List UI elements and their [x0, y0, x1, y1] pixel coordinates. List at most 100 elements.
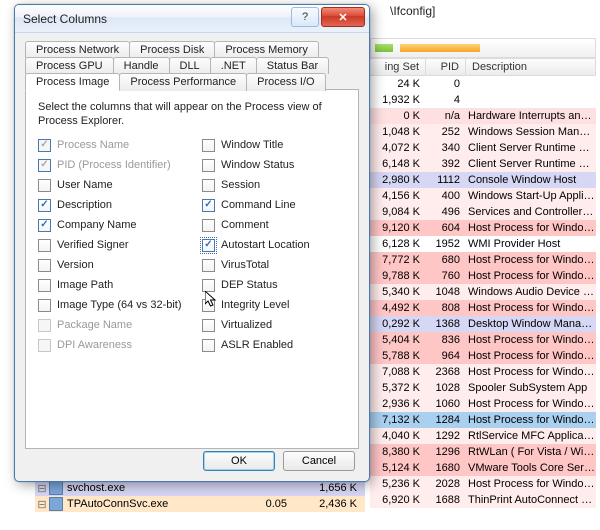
checkbox-comment[interactable]: Comment: [202, 219, 346, 232]
cancel-button[interactable]: Cancel: [283, 451, 355, 471]
table-row[interactable]: 2,980 K1112Console Window Host: [370, 172, 596, 188]
table-row[interactable]: 5,788 K964Host Process for Windows S...: [370, 348, 596, 364]
table-row[interactable]: 5,372 K1028Spooler SubSystem App: [370, 380, 596, 396]
cell-working-set: 0,292 K: [370, 318, 426, 330]
checkbox-box[interactable]: [202, 139, 215, 152]
cell-pid: 2028: [426, 478, 466, 490]
checkbox-image-type-64-vs-32-bit-[interactable]: Image Type (64 vs 32-bit): [38, 299, 182, 312]
tree-rows[interactable]: ⊟svchost.exe1,656 K⊟TPAutoConnSvc.exe0.0…: [35, 480, 365, 512]
tab-process-gpu[interactable]: Process GPU: [25, 57, 114, 74]
checkbox-dep-status[interactable]: DEP Status: [202, 279, 346, 292]
cell-description: Host Process for Windows S...: [466, 254, 596, 266]
checkbox-box[interactable]: [202, 279, 215, 292]
table-row[interactable]: 7,088 K2368Host Process for Windows S...: [370, 364, 596, 380]
table-row[interactable]: 8,380 K1296RtWLan ( For Vista / Win7) ..…: [370, 444, 596, 460]
checkbox-box[interactable]: [202, 159, 215, 172]
checkbox-company-name[interactable]: Company Name: [38, 219, 182, 232]
table-row[interactable]: 24 K0: [370, 76, 596, 92]
table-row[interactable]: 6,148 K392Client Server Runtime Process: [370, 156, 596, 172]
checkbox-verified-signer[interactable]: Verified Signer: [38, 239, 182, 252]
process-name: svchost.exe: [67, 482, 235, 494]
tab-process-network[interactable]: Process Network: [25, 41, 130, 58]
table-row[interactable]: 4,156 K400Windows Start-Up Application: [370, 188, 596, 204]
checkbox-autostart-location[interactable]: Autostart Location: [202, 239, 346, 252]
table-row[interactable]: 0,292 K1368Desktop Window Manager: [370, 316, 596, 332]
tab-process-image[interactable]: Process Image: [25, 73, 120, 91]
cell-working-set: 9,084 K: [370, 206, 426, 218]
tree-row[interactable]: ⊟svchost.exe1,656 K: [35, 480, 365, 496]
expand-icon[interactable]: ⊟: [35, 482, 49, 495]
tab-process-i-o[interactable]: Process I/O: [246, 73, 325, 91]
checkbox-box[interactable]: [38, 179, 51, 192]
tab-process-performance[interactable]: Process Performance: [119, 73, 247, 91]
tab-status-bar[interactable]: Status Bar: [256, 57, 329, 74]
checkbox-box[interactable]: [202, 219, 215, 232]
table-row[interactable]: 6,920 K1688ThinPrint AutoConnect printe.…: [370, 492, 596, 508]
tab-process-disk[interactable]: Process Disk: [129, 41, 215, 58]
cell-pid: 2368: [426, 366, 466, 378]
checkbox-window-title[interactable]: Window Title: [202, 139, 346, 152]
checkbox-window-status[interactable]: Window Status: [202, 159, 346, 172]
table-row[interactable]: 9,788 K760Host Process for Windows S...: [370, 268, 596, 284]
checkbox-box[interactable]: [202, 239, 215, 252]
table-row[interactable]: 0 Kn/aHardware Interrupts and DPCs: [370, 108, 596, 124]
checkbox-box[interactable]: [202, 299, 215, 312]
tab--net[interactable]: .NET: [210, 57, 257, 74]
col-working-set[interactable]: ing Set: [370, 59, 426, 75]
checkbox-integrity-level[interactable]: Integrity Level: [202, 299, 346, 312]
checkbox-aslr-enabled[interactable]: ASLR Enabled: [202, 339, 346, 352]
checkbox-box[interactable]: [38, 219, 51, 232]
table-row[interactable]: 6,128 K1952WMI Provider Host: [370, 236, 596, 252]
tab-process-memory[interactable]: Process Memory: [214, 41, 319, 58]
checkbox-version[interactable]: Version: [38, 259, 182, 272]
table-row[interactable]: 4,040 K1292RtlService MFC Application: [370, 428, 596, 444]
checkbox-box[interactable]: [38, 239, 51, 252]
tab-handle[interactable]: Handle: [113, 57, 170, 74]
cell-pid: 1284: [426, 414, 466, 426]
bg-column-header[interactable]: ing Set PID Description: [370, 58, 596, 76]
checkbox-user-name[interactable]: User Name: [38, 179, 182, 192]
table-row[interactable]: 7,132 K1284Host Process for Windows T...: [370, 412, 596, 428]
table-row[interactable]: 5,236 K2028Host Process for Windows S...: [370, 476, 596, 492]
checkbox-box[interactable]: [202, 319, 215, 332]
table-row[interactable]: 5,340 K1048Windows Audio Device Grap...: [370, 284, 596, 300]
checkbox-image-path[interactable]: Image Path: [38, 279, 182, 292]
checkbox-session[interactable]: Session: [202, 179, 346, 192]
table-row[interactable]: 9,084 K496Services and Controller app: [370, 204, 596, 220]
checkbox-box[interactable]: [38, 279, 51, 292]
table-row[interactable]: 4,492 K808Host Process for Windows S...: [370, 300, 596, 316]
bg-toolbar: [370, 38, 596, 58]
bg-rows[interactable]: 24 K01,932 K40 Kn/aHardware Interrupts a…: [370, 76, 596, 526]
table-row[interactable]: 1,932 K4: [370, 92, 596, 108]
checkbox-virustotal[interactable]: VirusTotal: [202, 259, 346, 272]
table-row[interactable]: 9,120 K604Host Process for Windows S...: [370, 220, 596, 236]
cell-working-set: 4,072 K: [370, 142, 426, 154]
checkbox-command-line[interactable]: Command Line: [202, 199, 346, 212]
table-row[interactable]: 1,048 K252Windows Session Manager: [370, 124, 596, 140]
checkbox-box[interactable]: [38, 259, 51, 272]
checkbox-box[interactable]: [38, 199, 51, 212]
checkbox-box[interactable]: [202, 259, 215, 272]
checkbox-box[interactable]: [38, 299, 51, 312]
help-button[interactable]: ?: [291, 7, 319, 27]
checkbox-box[interactable]: [202, 199, 215, 212]
table-row[interactable]: 2,936 K1060Host Process for Windows S...: [370, 396, 596, 412]
checkbox-virtualized[interactable]: Virtualized: [202, 319, 346, 332]
ok-button[interactable]: OK: [203, 451, 275, 471]
col-pid[interactable]: PID: [426, 59, 466, 75]
cell-pid: 836: [426, 334, 466, 346]
checkbox-box[interactable]: [202, 339, 215, 352]
titlebar[interactable]: Select Columns ? ✕: [15, 5, 369, 33]
table-row[interactable]: 4,072 K340Client Server Runtime Process: [370, 140, 596, 156]
tab-dll[interactable]: DLL: [169, 57, 211, 74]
cell-description: Hardware Interrupts and DPCs: [466, 110, 596, 122]
tree-row[interactable]: ⊟TPAutoConnSvc.exe0.052,436 K: [35, 496, 365, 512]
checkbox-description[interactable]: Description: [38, 199, 182, 212]
col-description[interactable]: Description: [466, 59, 596, 75]
checkbox-box[interactable]: [202, 179, 215, 192]
table-row[interactable]: 7,772 K680Host Process for Windows S...: [370, 252, 596, 268]
table-row[interactable]: 5,404 K836Host Process for Windows S...: [370, 332, 596, 348]
expand-icon[interactable]: ⊟: [35, 498, 49, 511]
close-button[interactable]: ✕: [321, 7, 365, 27]
table-row[interactable]: 5,124 K1680VMware Tools Core Service: [370, 460, 596, 476]
